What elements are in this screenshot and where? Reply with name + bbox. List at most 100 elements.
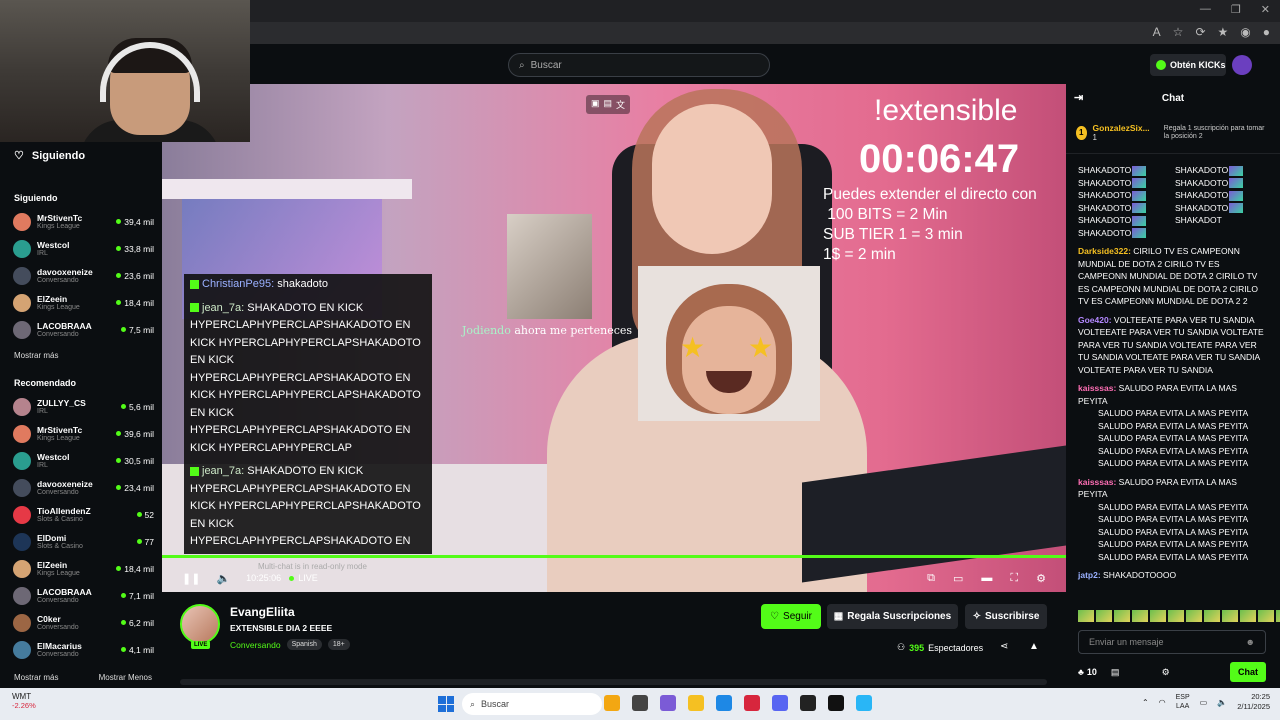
sidebar-channel-item[interactable]: ElMacarius Conversando 4,1 mil <box>0 636 162 663</box>
chat-input[interactable]: Enviar un mensaje ☻ <box>1078 630 1266 654</box>
pause-icon[interactable]: ❚❚ <box>182 572 200 585</box>
maximize-icon[interactable]: ❐ <box>1231 3 1241 16</box>
share-icon[interactable]: ⋖ <box>1000 641 1008 652</box>
taskbar-app-icon[interactable] <box>660 695 676 711</box>
emote-icon[interactable] <box>1204 610 1220 622</box>
taskbar-app-icon[interactable] <box>744 695 760 711</box>
emote-icon[interactable] <box>1240 610 1256 622</box>
sidebar-channel-item[interactable]: Westcol IRL 33,8 mil <box>0 235 162 262</box>
profile-icon[interactable]: ◉ <box>1240 25 1250 39</box>
sidebar-channel-item[interactable]: Westcol IRL 30,5 mil <box>0 447 162 474</box>
video-progress-bar[interactable] <box>162 555 1066 558</box>
footer-show-more[interactable]: Mostrar más <box>14 673 58 682</box>
tag-mature[interactable]: 18+ <box>327 639 350 650</box>
copilot-icon[interactable]: ● <box>1263 25 1270 39</box>
volume-icon[interactable]: 🔈 <box>216 572 230 585</box>
streamer-name[interactable]: EvangEliita <box>230 605 295 619</box>
taskbar-app-icon[interactable] <box>772 695 788 711</box>
user-avatar[interactable] <box>1232 55 1252 75</box>
sidebar-channel-item[interactable]: LACOBRAAA Conversando 7,5 mil <box>0 316 162 343</box>
streamer-avatar[interactable] <box>180 604 220 644</box>
sidebar-channel-item[interactable]: MrStivenTc Kings League 39,4 mil <box>0 208 162 235</box>
language-indicator[interactable]: ESP LAA <box>1176 693 1190 711</box>
sidebar-channel-item[interactable]: davooxeneize Conversando 23,6 mil <box>0 262 162 289</box>
sidebar-channel-item[interactable]: ElDomi Slots & Casino 77 <box>0 528 162 555</box>
taskbar-search[interactable]: ⌕ Buscar <box>462 693 602 715</box>
minimize-icon[interactable]: — <box>1200 3 1211 16</box>
address-bar[interactable]: A ☆ ⟳ ★ ◉ ● <box>250 22 1280 44</box>
emote-icon[interactable] <box>1276 610 1280 622</box>
send-chat-button[interactable]: Chat <box>1229 662 1266 682</box>
clock[interactable]: 20:25 2/11/2025 <box>1237 692 1270 712</box>
show-more-link[interactable]: Mostrar más <box>0 343 162 364</box>
emote-icon[interactable] <box>1078 610 1094 622</box>
stream-category[interactable]: Conversando <box>230 640 281 650</box>
sidebar-channel-item[interactable]: MrStivenTc Kings League 39,6 mil <box>0 420 162 447</box>
emote-icon[interactable] <box>1186 610 1202 622</box>
sidebar-channel-item[interactable]: TioAllendenZ Slots & Casino 52 <box>0 501 162 528</box>
emote-icon[interactable] <box>1222 610 1238 622</box>
shop-icon[interactable]: ▤ <box>1111 667 1120 678</box>
emote-icon[interactable] <box>1258 610 1274 622</box>
chat-repeat-line: SALUDO PARA EVITA LA MAS PEYITA <box>1078 551 1268 564</box>
volume-icon[interactable]: 🔈 <box>1217 698 1227 707</box>
taskbar-app-icon[interactable] <box>828 695 844 711</box>
refresh-icon[interactable]: ⟳ <box>1195 25 1205 39</box>
taskbar-app-icon[interactable] <box>800 695 816 711</box>
taskbar-app-icon[interactable] <box>688 695 704 711</box>
clip-icon[interactable]: ▣ <box>591 98 600 111</box>
taskbar-app-icon[interactable] <box>604 695 620 711</box>
sidebar-channel-item[interactable]: C0ker Conversando 6,2 mil <box>0 609 162 636</box>
sidebar-following-link[interactable]: ♡ Siguiendo <box>0 142 162 169</box>
favorite-icon[interactable]: ☆ <box>1173 25 1184 39</box>
sidebar-channel-item[interactable]: ZULLYY_CS IRL 5,6 mil <box>0 393 162 420</box>
theater-icon[interactable]: ▤ <box>604 98 613 111</box>
fullscreen-icon[interactable]: ⛶ <box>1010 572 1018 585</box>
collapse-chat-icon[interactable]: ⇥ <box>1074 91 1083 104</box>
taskbar-app-icon[interactable] <box>716 695 732 711</box>
stock-widget[interactable]: WMT -2.26% <box>12 692 36 710</box>
chat-username[interactable]: kaisssas: <box>1078 383 1116 393</box>
sidebar-channel-item[interactable]: ElZeein Kings League 18,4 mil <box>0 555 162 582</box>
search-input[interactable]: ⌕ Buscar <box>508 53 770 77</box>
chat-username[interactable]: Darkside322: <box>1078 246 1131 256</box>
kicks-balance[interactable]: ♣ 10 <box>1078 667 1097 677</box>
subscribe-button[interactable]: ✧ Suscribirse <box>965 604 1047 629</box>
chat-repeat-text: SALUDO PARA EVITA LA MAS PEYITA <box>1098 408 1249 418</box>
sidebar-channel-item[interactable]: ElZeein Kings League 18,4 mil <box>0 289 162 316</box>
collections-icon[interactable]: ★ <box>1218 25 1229 39</box>
gift-leaderboard[interactable]: 1 GonzalezSix... 1 Regala 1 suscripción … <box>1066 112 1280 154</box>
chat-username[interactable]: Goe420: <box>1078 315 1112 325</box>
gift-subs-button[interactable]: ▦ Regala Suscripciones <box>827 604 958 629</box>
footer-show-less[interactable]: Mostrar Menos <box>99 673 152 682</box>
sidebar-channel-item[interactable]: LACOBRAAA Conversando 7,1 mil <box>0 582 162 609</box>
chat-username[interactable]: jatp2: <box>1078 570 1101 580</box>
translate-icon[interactable]: 文 <box>616 98 625 111</box>
chat-settings-icon[interactable]: ⚙ <box>1162 667 1170 678</box>
video-player[interactable]: ★ ★ ▣ ▤ 文 !extensible 00:06:47 Puedes ex… <box>162 84 1066 592</box>
get-kicks-button[interactable]: Obtén KICKs <box>1150 54 1226 76</box>
close-icon[interactable]: ✕ <box>1261 3 1270 16</box>
settings-icon[interactable]: ⚙ <box>1036 572 1046 585</box>
follow-button[interactable]: ♡ Seguir <box>761 604 821 629</box>
emote-icon[interactable] <box>1096 610 1112 622</box>
chat-username[interactable]: kaisssas: <box>1078 477 1116 487</box>
emoji-icon[interactable]: ☻ <box>1246 637 1255 647</box>
sidebar-channel-item[interactable]: davooxeneize Conversando 23,4 mil <box>0 474 162 501</box>
read-aloud-icon[interactable]: A <box>1153 25 1161 39</box>
emote-icon[interactable] <box>1132 610 1148 622</box>
windows-start-icon[interactable] <box>438 696 454 712</box>
taskbar-app-icon[interactable] <box>632 695 648 711</box>
pip-icon[interactable]: ⧉ <box>927 572 935 585</box>
network-icon[interactable]: ▭ <box>1200 698 1208 707</box>
clip-create-icon[interactable]: ▭ <box>953 572 963 585</box>
taskbar-app-icon[interactable] <box>856 695 872 711</box>
tray-chevron-icon[interactable]: ⌃ <box>1142 698 1149 707</box>
tag-language[interactable]: Spanish <box>286 639 322 650</box>
theater-mode-icon[interactable]: ▬ <box>981 572 992 585</box>
emote-icon[interactable] <box>1114 610 1130 622</box>
report-icon[interactable]: ▲ <box>1029 641 1039 652</box>
emote-icon[interactable] <box>1150 610 1166 622</box>
wifi-icon[interactable]: ◠ <box>1159 698 1166 707</box>
emote-icon[interactable] <box>1168 610 1184 622</box>
